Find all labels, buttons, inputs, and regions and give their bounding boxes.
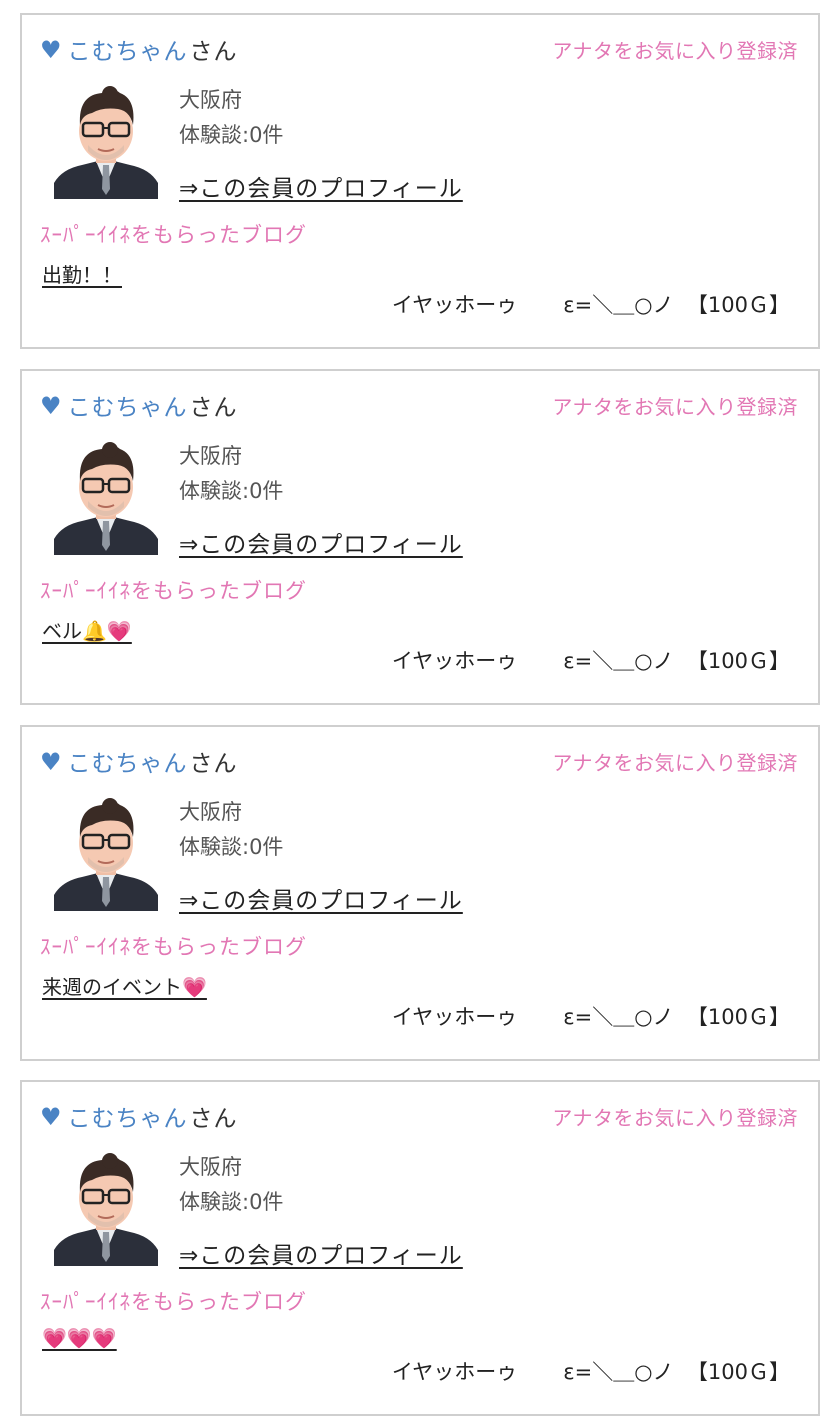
favorite-status: アナタをお気に入り登録済 [552,39,798,63]
super-like-label: ｽｰﾊﾟｰｲｲﾈをもらったブログ [40,1290,307,1314]
member-name-row: ♥ こむちゃん さん [40,1100,238,1132]
prefecture: 大阪府 [179,444,242,468]
favorite-status: アナタをお気に入り登録済 [552,395,798,419]
member-name-row: ♥ こむちゃん さん [40,33,238,65]
review-count: 体験談:0件 [179,835,284,859]
profile-link[interactable]: ⇒この会員のプロフィール [179,525,463,559]
gift-row: イヤッホーゥ ε=＼＿○ノ 【100Ｇ】 [392,645,790,675]
blog-title-link[interactable]: ベル🔔💗 [42,615,132,644]
member-info: 大阪府 体験談:0件 ⇒この会員のプロフィール [179,439,463,559]
honorific: さん [189,751,238,777]
favorite-status: アナタをお気に入り登録済 [552,751,798,775]
heart-icon: ♥ [40,392,62,420]
gift-emote-text: ε=＼＿○ノ [563,1005,674,1029]
review-count: 体験談:0件 [179,1190,284,1214]
gift-emote: ε=＼＿○ノ 【100Ｇ】 [563,1356,790,1386]
blog-title-link[interactable]: 💗💗💗 [42,1326,117,1350]
gift-emote: ε=＼＿○ノ 【100Ｇ】 [563,1001,790,1031]
super-like-label: ｽｰﾊﾟｰｲｲﾈをもらったブログ [40,935,307,959]
gift-name: イヤッホーゥ [391,293,518,317]
member-info: 大阪府 体験談:0件 ⇒この会員のプロフィール [179,1150,463,1270]
gift-emote-text: ε=＼＿○ノ [563,293,674,317]
member-card-list: ♥ こむちゃん さん アナタをお気に入り登録済 大阪府 体験談:0件 ⇒この会員… [0,0,840,1428]
avatar[interactable] [52,85,160,199]
member-info: 大阪府 体験談:0件 ⇒この会員のプロフィール [179,83,463,203]
heart-icon: ♥ [40,748,62,776]
gift-name: イヤッホーゥ [391,649,518,673]
avatar[interactable] [52,1152,160,1266]
member-info: 大阪府 体験談:0件 ⇒この会員のプロフィール [179,795,463,915]
honorific: さん [189,1106,238,1132]
member-card: ♥ こむちゃん さん アナタをお気に入り登録済 大阪府 体験談:0件 ⇒この会員… [20,369,820,705]
gift-emote: ε=＼＿○ノ 【100Ｇ】 [563,289,790,319]
profile-link[interactable]: ⇒この会員のプロフィール [179,169,463,203]
gift-row: イヤッホーゥ ε=＼＿○ノ 【100Ｇ】 [392,289,790,319]
gift-emote-text: ε=＼＿○ノ [563,649,674,673]
gift-points: 【100Ｇ】 [686,293,790,317]
prefecture: 大阪府 [179,88,242,112]
profile-link[interactable]: ⇒この会員のプロフィール [179,881,463,915]
member-card: ♥ こむちゃん さん アナタをお気に入り登録済 大阪府 体験談:0件 ⇒この会員… [20,13,820,349]
super-like-label: ｽｰﾊﾟｰｲｲﾈをもらったブログ [40,223,307,247]
gift-name: イヤッホーゥ [391,1360,518,1384]
gift-row: イヤッホーゥ ε=＼＿○ノ 【100Ｇ】 [392,1001,790,1031]
gift-row: イヤッホーゥ ε=＼＿○ノ 【100Ｇ】 [392,1356,790,1386]
honorific: さん [189,39,238,65]
member-name-row: ♥ こむちゃん さん [40,745,238,777]
favorite-status: アナタをお気に入り登録済 [552,1106,798,1130]
gift-points: 【100Ｇ】 [686,1360,790,1384]
member-card: ♥ こむちゃん さん アナタをお気に入り登録済 大阪府 体験談:0件 ⇒この会員… [20,1080,820,1416]
honorific: さん [189,395,238,421]
member-name-link[interactable]: こむちゃん [68,388,188,422]
avatar[interactable] [52,441,160,555]
prefecture: 大阪府 [179,1155,242,1179]
heart-icon: ♥ [40,1103,62,1131]
member-name-link[interactable]: こむちゃん [68,32,188,66]
gift-points: 【100Ｇ】 [686,649,790,673]
member-card: ♥ こむちゃん さん アナタをお気に入り登録済 大阪府 体験談:0件 ⇒この会員… [20,725,820,1061]
avatar[interactable] [52,797,160,911]
blog-title-link[interactable]: 来週のイベント💗 [42,971,207,1000]
heart-icon: ♥ [40,36,62,64]
prefecture: 大阪府 [179,800,242,824]
member-name-link[interactable]: こむちゃん [68,1099,188,1133]
member-name-link[interactable]: こむちゃん [68,744,188,778]
gift-emote-text: ε=＼＿○ノ [563,1360,674,1384]
member-name-row: ♥ こむちゃん さん [40,389,238,421]
gift-points: 【100Ｇ】 [686,1005,790,1029]
profile-link[interactable]: ⇒この会員のプロフィール [179,1236,463,1270]
super-like-label: ｽｰﾊﾟｰｲｲﾈをもらったブログ [40,579,307,603]
blog-title-link[interactable]: 出勤！！ [42,259,122,288]
gift-emote: ε=＼＿○ノ 【100Ｇ】 [563,645,790,675]
gift-name: イヤッホーゥ [391,1005,518,1029]
review-count: 体験談:0件 [179,123,284,147]
review-count: 体験談:0件 [179,479,284,503]
